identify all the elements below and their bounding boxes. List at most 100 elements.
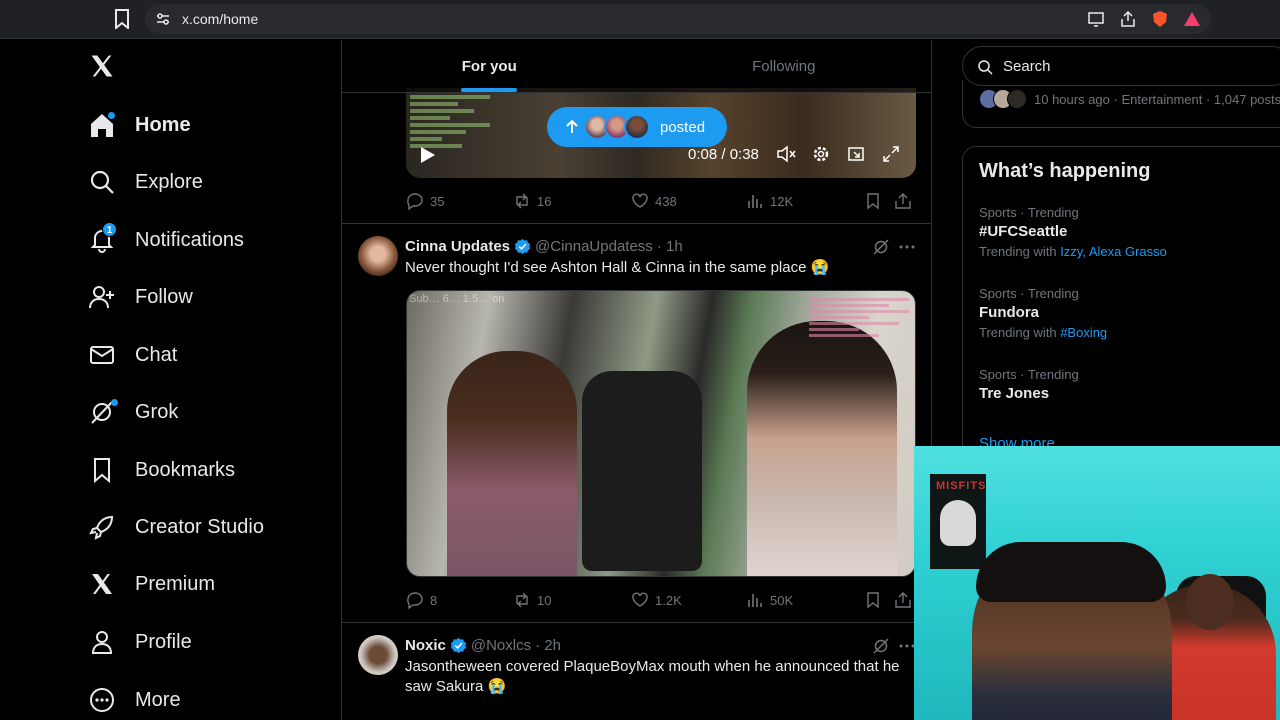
search-input[interactable]: Search [962,46,1280,86]
video-watermark: Sub… 6… 1.5… on [409,293,505,305]
grok-icon [88,398,118,426]
avatar[interactable] [358,635,398,675]
nav-label: Home [135,113,191,136]
author-name[interactable]: Noxic [405,637,446,654]
main-feed: For you Following 0:08 / 0:38 posted 35 … [341,40,932,720]
arrow-up-icon [564,119,580,135]
trend-name: Tre Jones [979,385,1050,402]
settings-gear-icon[interactable] [811,144,831,164]
play-icon[interactable] [420,146,436,164]
repost-icon [516,592,528,608]
rocket-icon [88,513,116,541]
nav-label: Creator Studio [135,515,264,538]
nav-home[interactable]: Home [88,105,191,145]
heart-icon [632,592,648,607]
avatar [624,114,650,140]
bookmark-icon [867,193,879,210]
nav-label: Explore [135,170,203,193]
address-bar[interactable]: x.com/home [145,4,1211,34]
mute-icon[interactable] [776,144,796,164]
trend-category: Sports · Trending [979,286,1079,301]
home-icon [88,111,116,139]
post-text: Jasontheween covered PlaqueBoyMax mouth … [405,658,900,695]
nav-explore[interactable]: Explore [88,162,203,202]
nav-label: Premium [135,572,216,595]
streamer-hair [976,542,1166,602]
brave-rewards-icon[interactable] [1183,10,1201,28]
reply-button[interactable]: 8 [406,591,513,609]
feed-tabs: For you Following [342,40,931,93]
author-handle[interactable]: @Noxlcs [471,637,531,654]
share-button[interactable] [894,192,912,210]
tab-following[interactable]: Following [637,40,932,92]
fullscreen-icon[interactable] [881,144,901,164]
brave-shield-icon[interactable] [1151,10,1169,28]
trend-link[interactable]: #Boxing [1060,325,1107,340]
more-options-icon[interactable] [898,238,916,256]
views-button[interactable]: 50K [746,591,864,609]
author-handle[interactable]: @CinnaUpdatess [535,238,653,255]
cast-icon[interactable] [1087,10,1105,28]
story-meta: 10 hours ago · Entertainment · 1,047 pos… [1034,92,1280,107]
nav-chat[interactable]: Chat [88,335,177,375]
new-posts-pill[interactable]: posted [547,107,727,147]
nav-profile[interactable]: Profile [88,622,192,662]
video-subject [447,351,577,576]
like-count: 1.2K [655,592,682,608]
nav-more[interactable]: More [88,680,181,720]
nav-grok[interactable]: Grok [88,392,178,432]
views-button[interactable]: 12K [746,192,864,210]
trend-name: Fundora [979,304,1039,321]
analytics-icon [748,594,762,607]
trend-item[interactable]: Sports · Trending #UFCSeattle Trending w… [979,205,1279,259]
x-logo-icon[interactable] [88,52,116,80]
reply-button[interactable]: 35 [406,192,513,210]
left-navigation: Home Explore 1 Notifications Follow Chat… [0,40,341,720]
like-button[interactable]: 438 [631,192,746,210]
nav-premium[interactable]: Premium [88,564,215,604]
share-button[interactable] [894,591,912,609]
share-icon [895,592,911,608]
trend-link[interactable]: Izzy, Alexa Grasso [1060,244,1167,259]
nav-bookmarks[interactable]: Bookmarks [88,450,235,490]
post-actions: 8 10 1.2K 50K [406,590,916,610]
trend-item[interactable]: Sports · Trending Fundora Trending with … [979,286,1279,340]
grok-icon[interactable] [872,637,890,655]
reply-icon [407,193,423,210]
post-time[interactable]: · 1h [657,238,683,255]
grok-icon[interactable] [872,238,890,256]
video-car-seat [582,371,702,571]
bookmark-button[interactable] [864,591,894,609]
nav-follow[interactable]: Follow [88,277,193,317]
avatar[interactable] [358,236,398,276]
repost-icon [516,193,528,209]
post-video[interactable]: Sub… 6… 1.5… on [406,290,916,577]
repost-button[interactable]: 10 [513,591,631,609]
view-count: 50K [770,592,794,608]
author-name[interactable]: Cinna Updates [405,238,510,255]
analytics-icon [748,195,762,208]
nav-notifications[interactable]: 1 Notifications [88,220,244,260]
post-text: Never thought I'd see Ashton Hall & Cinn… [405,259,830,276]
bookmark-icon [867,592,879,609]
trending-story-card[interactable]: 10 hours ago · Entertainment · 1,047 pos… [962,80,1280,128]
url-text: x.com/home [182,11,259,27]
verified-badge-icon [450,637,467,654]
webcam-overlay: MISFITS [914,446,1280,720]
like-button[interactable]: 1.2K [631,591,746,609]
wall-poster: MISFITS [930,474,986,569]
nav-creator-studio[interactable]: Creator Studio [88,507,264,547]
pip-icon[interactable] [846,144,866,164]
trend-context: Trending with Izzy, Alexa Grasso [979,244,1167,259]
search-placeholder: Search [1003,58,1051,75]
post-noxic[interactable]: Noxic @Noxlcs · 2h Jasontheween covered … [342,623,931,720]
post-time[interactable]: · 2h [535,637,561,654]
trend-name: #UFCSeattle [979,223,1068,240]
bookmark-button[interactable] [864,192,894,210]
tab-for-you[interactable]: For you [342,40,637,92]
site-settings-icon[interactable] [155,11,171,27]
share-icon[interactable] [1119,10,1137,28]
bookmark-icon[interactable] [113,9,131,31]
repost-button[interactable]: 16 [513,192,631,210]
trend-item[interactable]: Sports · Trending Tre Jones · [979,367,1279,402]
